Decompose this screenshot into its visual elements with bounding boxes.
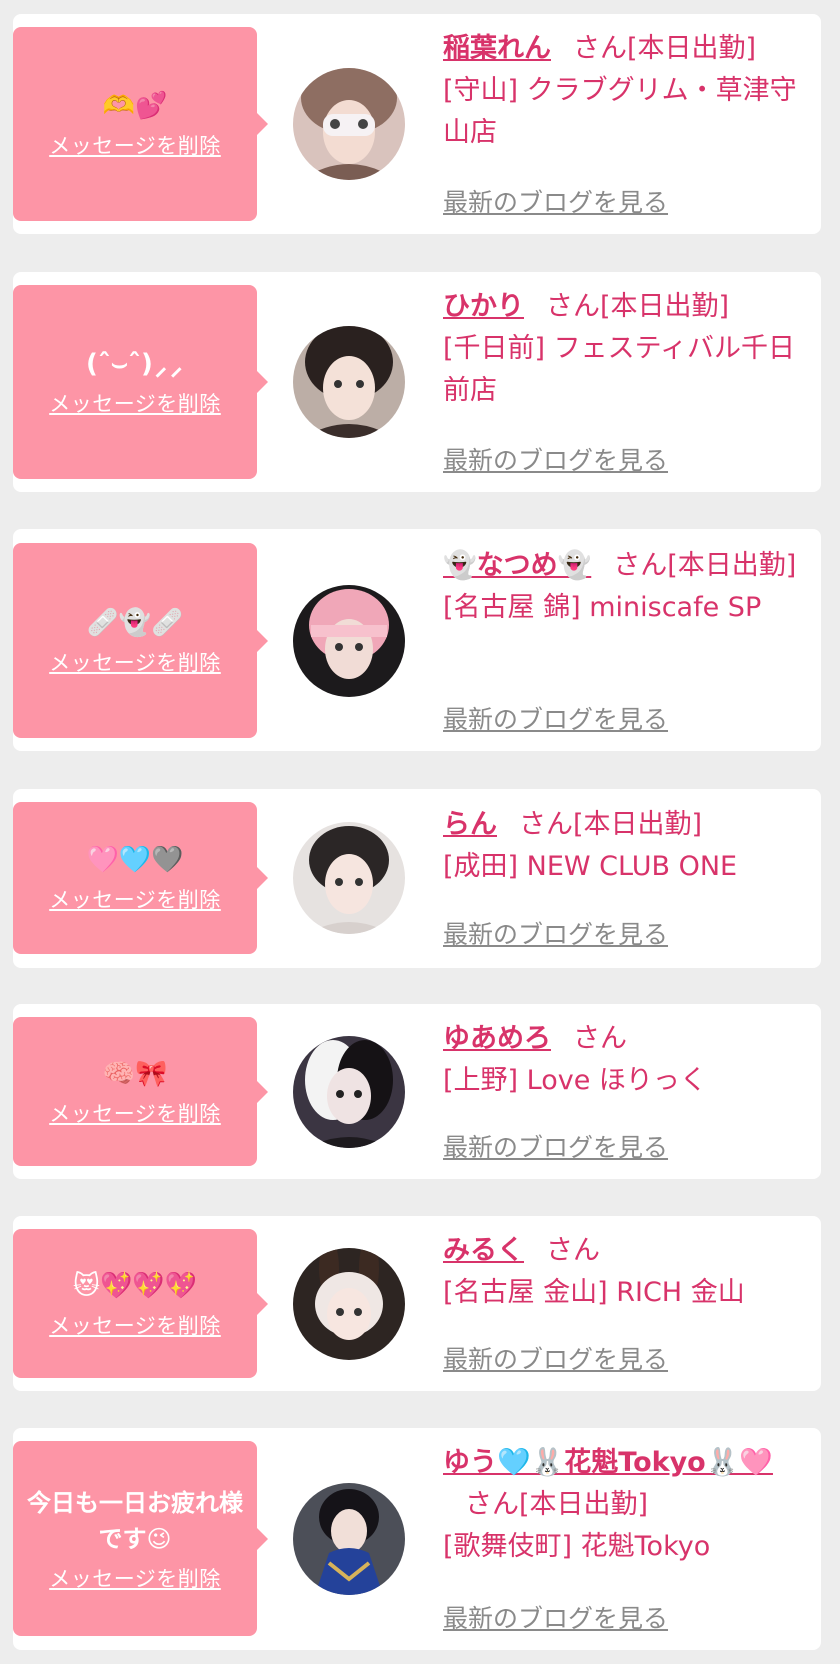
avatar[interactable] bbox=[293, 585, 405, 697]
delete-message-link[interactable]: メッセージを削除 bbox=[49, 1563, 221, 1593]
avatar[interactable] bbox=[293, 1036, 405, 1148]
cast-info: らん さん[本日出勤] [成田] NEW CLUB ONE bbox=[443, 804, 803, 888]
message-bubble: (ˆ⌣ˆ)⸝⸝ メッセージを削除 bbox=[13, 285, 268, 479]
shop-name: [歌舞伎町] 花魁Tokyo bbox=[443, 1531, 711, 1562]
cast-name-link[interactable]: ゆあめろ bbox=[443, 1023, 551, 1054]
avatar[interactable] bbox=[293, 1483, 405, 1595]
avatar[interactable] bbox=[293, 326, 405, 438]
latest-blog-link[interactable]: 最新のブログを見る bbox=[443, 1599, 668, 1635]
shop-name: [上野] Love ほりっく bbox=[443, 1065, 707, 1096]
cast-name-link[interactable]: ひかり bbox=[443, 291, 524, 322]
message-bubble: 🩷🩵🩶 メッセージを削除 bbox=[13, 802, 268, 954]
work-status: [本日出勤] bbox=[667, 550, 797, 581]
delete-message-link[interactable]: メッセージを削除 bbox=[49, 647, 221, 677]
cast-name-link[interactable]: 稲葉れん bbox=[443, 33, 551, 64]
shop-name: [守山] クラブグリム・草津守山店 bbox=[443, 75, 797, 148]
shop-name: [名古屋 金山] RICH 金山 bbox=[443, 1277, 745, 1308]
delete-message-link[interactable]: メッセージを削除 bbox=[49, 388, 221, 418]
latest-blog-link[interactable]: 最新のブログを見る bbox=[443, 441, 668, 477]
message-text: 🩹👻🩹 bbox=[86, 607, 184, 638]
cast-info: ひかり さん[本日出勤] [千日前] フェスティバル千日前店 bbox=[443, 286, 803, 412]
message-bubble: 🫶💕 メッセージを削除 bbox=[13, 27, 268, 221]
honorific: さん bbox=[613, 550, 668, 581]
latest-blog-link[interactable]: 最新のブログを見る bbox=[443, 915, 668, 951]
delete-message-link[interactable]: メッセージを削除 bbox=[49, 130, 221, 160]
delete-message-link[interactable]: メッセージを削除 bbox=[49, 1310, 221, 1340]
message-bubble: 🧠🎀 メッセージを削除 bbox=[13, 1017, 268, 1166]
work-status: [本日出勤] bbox=[600, 291, 730, 322]
cast-name-link[interactable]: 👻なつめ👻 bbox=[443, 550, 591, 581]
cast-info: ゆう🩵🐰花魁Tokyo🐰🩷 さん[本日出勤] [歌舞伎町] 花魁Tokyo bbox=[443, 1442, 803, 1568]
message-text: 🫶💕 bbox=[102, 91, 168, 121]
cast-name-link[interactable]: らん bbox=[443, 809, 497, 840]
shop-name: [千日前] フェスティバル千日前店 bbox=[443, 333, 796, 406]
cast-info: ゆあめろ さん [上野] Love ほりっく bbox=[443, 1018, 803, 1102]
latest-blog-link[interactable]: 最新のブログを見る bbox=[443, 1340, 668, 1376]
message-text: 今日も一日お疲れ様です😉 bbox=[27, 1488, 243, 1553]
work-status: [本日出勤] bbox=[573, 809, 703, 840]
cast-name-link[interactable]: みるく bbox=[443, 1235, 524, 1266]
work-status: [本日出勤] bbox=[627, 33, 757, 64]
latest-blog-link[interactable]: 最新のブログを見る bbox=[443, 1128, 668, 1164]
cast-name-link[interactable]: ゆう🩵🐰花魁Tokyo🐰🩷 bbox=[443, 1447, 773, 1478]
honorific: さん bbox=[573, 33, 627, 64]
cast-info: みるく さん [名古屋 金山] RICH 金山 bbox=[443, 1230, 803, 1314]
cast-info: 👻なつめ👻 さん[本日出勤] [名古屋 錦] miniscafe SP bbox=[443, 545, 803, 629]
message-bubble: 今日も一日お疲れ様です😉 メッセージを削除 bbox=[13, 1441, 268, 1636]
honorific: さん bbox=[465, 1489, 519, 1520]
work-status: [本日出勤] bbox=[519, 1489, 649, 1520]
message-bubble: 😻💖💖💖 メッセージを削除 bbox=[13, 1229, 268, 1378]
delete-message-link[interactable]: メッセージを削除 bbox=[49, 1098, 221, 1128]
shop-name: [名古屋 錦] miniscafe SP bbox=[443, 592, 762, 623]
cast-info: 稲葉れん さん[本日出勤] [守山] クラブグリム・草津守山店 bbox=[443, 28, 803, 154]
avatar[interactable] bbox=[293, 822, 405, 934]
avatar[interactable] bbox=[293, 68, 405, 180]
message-text: (ˆ⌣ˆ)⸝⸝ bbox=[85, 349, 185, 379]
shop-name: [成田] NEW CLUB ONE bbox=[443, 851, 738, 882]
honorific: さん bbox=[546, 1235, 600, 1266]
latest-blog-link[interactable]: 最新のブログを見る bbox=[443, 183, 668, 219]
message-text: 😻💖💖💖 bbox=[72, 1270, 198, 1301]
honorific: さん bbox=[546, 291, 600, 322]
delete-message-link[interactable]: メッセージを削除 bbox=[49, 884, 221, 914]
message-bubble: 🩹👻🩹 メッセージを削除 bbox=[13, 543, 268, 738]
honorific: さん bbox=[519, 809, 573, 840]
message-list: 🫶💕 メッセージを削除 稲葉れん さん[本日出勤] [守山] クラブグリム・草津守… bbox=[0, 0, 840, 1664]
message-text: 🧠🎀 bbox=[102, 1058, 168, 1089]
avatar[interactable] bbox=[293, 1248, 405, 1360]
honorific: さん bbox=[573, 1023, 627, 1054]
latest-blog-link[interactable]: 最新のブログを見る bbox=[443, 700, 668, 736]
message-text: 🩷🩵🩶 bbox=[86, 845, 184, 875]
